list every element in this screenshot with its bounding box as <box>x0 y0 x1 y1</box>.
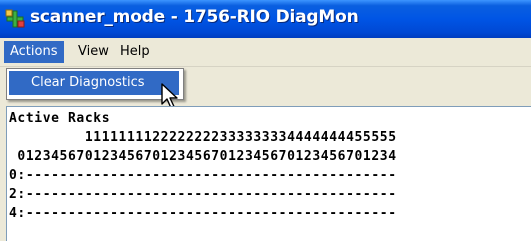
actions-dropdown-menu: Clear Diagnostics <box>6 68 184 100</box>
menu-actions[interactable]: Actions <box>4 41 64 63</box>
rack-header-ones: 0123456701234567012345670123456701234567… <box>9 149 397 164</box>
menu-help[interactable]: Help <box>114 41 156 63</box>
menu-item-clear-diagnostics[interactable]: Clear Diagnostics <box>9 71 179 95</box>
rack-row-status: ----------------------------------------… <box>25 187 397 202</box>
rack-row: 2:--------------------------------------… <box>9 187 397 202</box>
rack-row-label: 2: <box>9 187 26 202</box>
rack-row-status: ----------------------------------------… <box>25 206 397 221</box>
rack-row: 4:--------------------------------------… <box>9 206 397 221</box>
menu-view[interactable]: View <box>72 41 115 63</box>
rack-header-tens: 1111111122222222333333334444444455555 <box>9 130 397 145</box>
rack-row-label: 4: <box>9 206 26 221</box>
title-bar[interactable]: scanner_mode - 1756-RIO DiagMon <box>0 0 531 38</box>
diagnostics-output-pane[interactable]: Active Racks 111111112222222233333333444… <box>6 106 531 241</box>
active-racks-heading: Active Racks <box>9 111 111 126</box>
rack-row: 0:--------------------------------------… <box>9 168 397 183</box>
rack-row-status: ----------------------------------------… <box>25 168 397 183</box>
menu-bar: Actions View Help <box>0 38 531 67</box>
window-title: scanner_mode - 1756-RIO DiagMon <box>30 7 359 27</box>
network-app-icon <box>5 9 25 28</box>
rack-row-label: 0: <box>9 168 26 183</box>
